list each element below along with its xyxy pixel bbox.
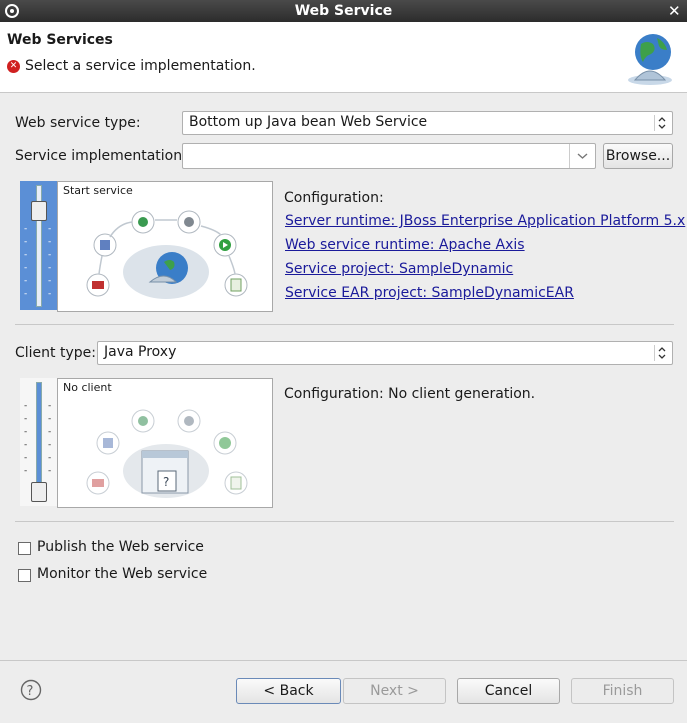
- web-service-type-label: Web service type:: [15, 115, 141, 131]
- page-title: Web Services: [7, 32, 113, 48]
- window-title: Web Service: [294, 3, 393, 19]
- chevron-down-icon: [577, 153, 588, 159]
- browse-button[interactable]: Browse...: [603, 143, 673, 169]
- service-implementation-input[interactable]: [182, 143, 596, 169]
- next-button[interactable]: Next >: [343, 678, 446, 704]
- back-button[interactable]: < Back: [236, 678, 341, 704]
- error-message: Select a service implementation.: [25, 58, 256, 74]
- svg-text:?: ?: [27, 684, 34, 699]
- close-icon[interactable]: ✕: [668, 2, 681, 20]
- impl-dropdown-button[interactable]: [569, 144, 595, 168]
- client-slider-thumb[interactable]: [31, 482, 47, 502]
- svg-text:?: ?: [163, 475, 169, 489]
- separator: [15, 521, 674, 522]
- service-configuration-label: Configuration:: [284, 190, 384, 206]
- cancel-button[interactable]: Cancel: [457, 678, 560, 704]
- slider-ticks-right: ------: [48, 224, 52, 299]
- service-project-link[interactable]: Service project: SampleDynamic: [285, 261, 513, 277]
- error-icon: ✕: [7, 60, 20, 73]
- slider-ticks: ------: [24, 401, 28, 476]
- client-type-label: Client type:: [15, 345, 96, 361]
- service-stages-icon: [86, 210, 248, 299]
- select-arrows-icon: [654, 345, 666, 361]
- select-arrows-icon: [654, 115, 666, 131]
- publish-checkbox[interactable]: [18, 542, 31, 555]
- service-ear-project-link[interactable]: Service EAR project: SampleDynamicEAR: [285, 285, 574, 301]
- client-stages-icon: ?: [86, 409, 248, 498]
- web-service-runtime-link[interactable]: Web service runtime: Apache Axis: [285, 237, 525, 253]
- server-runtime-link[interactable]: Server runtime: JBoss Enterprise Applica…: [285, 213, 685, 229]
- service-lifecycle-graphic: Start service: [57, 181, 273, 312]
- globe-wizard-icon: [628, 34, 672, 85]
- finish-button[interactable]: Finish: [571, 678, 674, 704]
- web-service-type-select[interactable]: Bottom up Java bean Web Service: [182, 111, 673, 135]
- client-slider-track[interactable]: ------ ------: [20, 378, 58, 506]
- service-implementation-label: Service implementation:: [15, 148, 187, 164]
- monitor-checkbox[interactable]: [18, 569, 31, 582]
- monitor-label[interactable]: Monitor the Web service: [37, 566, 207, 582]
- publish-label[interactable]: Publish the Web service: [37, 539, 204, 555]
- footer-separator: [0, 660, 687, 661]
- client-configuration-text: Configuration: No client generation.: [284, 386, 536, 402]
- slider-ticks: ------: [24, 224, 28, 299]
- slider-ticks-right: ------: [48, 401, 52, 476]
- help-icon[interactable]: ?: [20, 679, 42, 701]
- client-lifecycle-graphic: No client ?: [57, 378, 273, 508]
- client-type-select[interactable]: Java Proxy: [97, 341, 673, 365]
- service-slider-thumb[interactable]: [31, 201, 47, 221]
- separator: [15, 324, 674, 325]
- service-slider-track[interactable]: ------ ------: [20, 181, 58, 310]
- window-titlebar[interactable]: Web Service ✕: [0, 0, 687, 22]
- wizard-header: Web Services ✕ Select a service implemen…: [0, 22, 687, 93]
